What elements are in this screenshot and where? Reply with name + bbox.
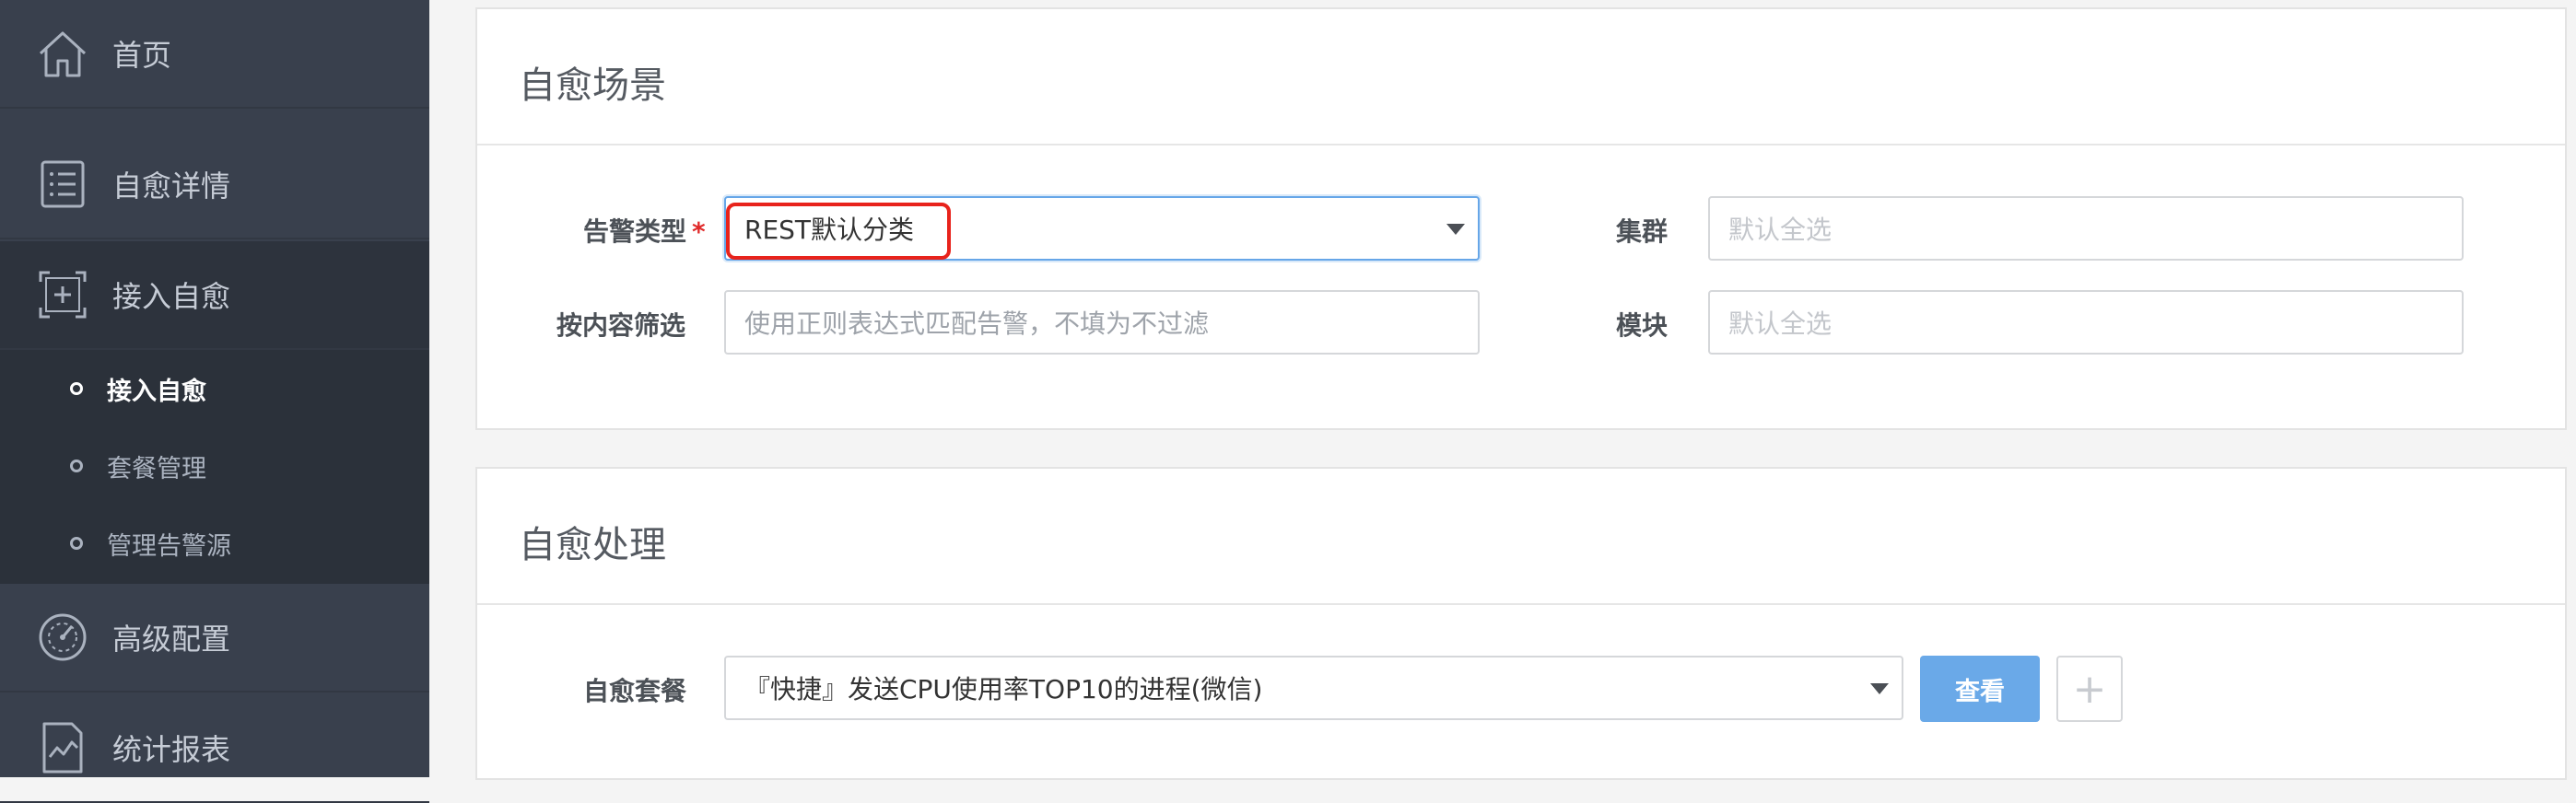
subnav-item-label: 套餐管理 [107,454,206,483]
package-value: 『快捷』发送CPU使用率TOP10的进程(微信) [744,674,1263,704]
home-icon [39,31,87,77]
cluster-label: 集群 [1616,216,1669,247]
sidebar-item-label: 统计报表 [112,732,231,767]
required-mark: * [692,216,706,247]
sidebar-item-home[interactable]: 首页 [0,0,429,109]
gauge-icon [39,613,87,661]
sidebar-item-access-heal[interactable]: 接入自愈 [0,241,429,350]
filter-label: 按内容筛选 [556,310,686,341]
alarm-type-label-text: 告警类型 [583,216,687,247]
subnav-item-access-heal[interactable]: 接入自愈 [0,350,429,427]
add-package-button[interactable]: + [2056,656,2123,722]
handle-panel-title: 自愈处理 [519,524,666,566]
chevron-down-icon [1870,683,1889,694]
cluster-placeholder: 默认全选 [1728,215,1832,245]
scene-panel: 自愈场景 告警类型 * REST默认分类 集群 默认全选 按内容筛选 使用正则表达… [475,7,2567,430]
package-select[interactable]: 『快捷』发送CPU使用率TOP10的进程(微信) [724,656,1903,720]
bullet-icon [70,537,83,550]
scene-panel-header: 自愈场景 [477,9,2565,145]
subnav-item-alarm-source[interactable]: 管理告警源 [0,505,429,582]
cluster-select[interactable]: 默认全选 [1708,196,2464,261]
module-label: 模块 [1616,310,1669,341]
module-select[interactable]: 默认全选 [1708,290,2464,355]
handle-panel-header: 自愈处理 [477,469,2565,605]
sidebar-item-label: 自愈详情 [112,169,231,204]
alarm-type-label: 告警类型 * [583,212,706,249]
view-button[interactable]: 查看 [1920,656,2040,722]
alarm-type-value: REST默认分类 [744,215,915,245]
subnav-item-label: 接入自愈 [107,377,206,406]
chevron-down-icon [1446,224,1465,235]
alarm-type-select[interactable]: REST默认分类 [724,196,1480,261]
bullet-icon [70,382,83,395]
sidebar-item-label: 高级配置 [112,622,231,657]
sidebar-subnav: 接入自愈 套餐管理 管理告警源 [0,350,429,584]
sidebar-item-advanced-config[interactable]: 高级配置 [0,584,429,692]
sidebar: 首页 自愈详情 接入自愈 接入自愈 套餐管理 管理告警源 高级配置 统计报表 [0,0,429,803]
module-placeholder: 默认全选 [1728,308,1832,339]
scene-panel-title: 自愈场景 [519,64,666,107]
bullet-icon [70,460,83,472]
package-label: 自愈套餐 [583,676,687,706]
filter-regex-input[interactable]: 使用正则表达式匹配告警，不填为不过滤 [724,290,1480,355]
report-chart-icon [42,722,83,774]
sidebar-item-label: 首页 [112,38,172,73]
sidebar-item-heal-detail[interactable]: 自愈详情 [0,131,429,239]
handle-panel: 自愈处理 自愈套餐 『快捷』发送CPU使用率TOP10的进程(微信) 查看 + [475,467,2567,780]
subnav-item-label: 管理告警源 [107,531,231,561]
access-frame-icon [39,271,87,319]
sidebar-item-stat-report[interactable]: 统计报表 [0,694,429,803]
filter-placeholder: 使用正则表达式匹配告警，不填为不过滤 [744,308,1210,339]
list-detail-icon [41,160,85,208]
subnav-item-package-manage[interactable]: 套餐管理 [0,427,429,505]
sidebar-item-label: 接入自愈 [112,279,231,314]
